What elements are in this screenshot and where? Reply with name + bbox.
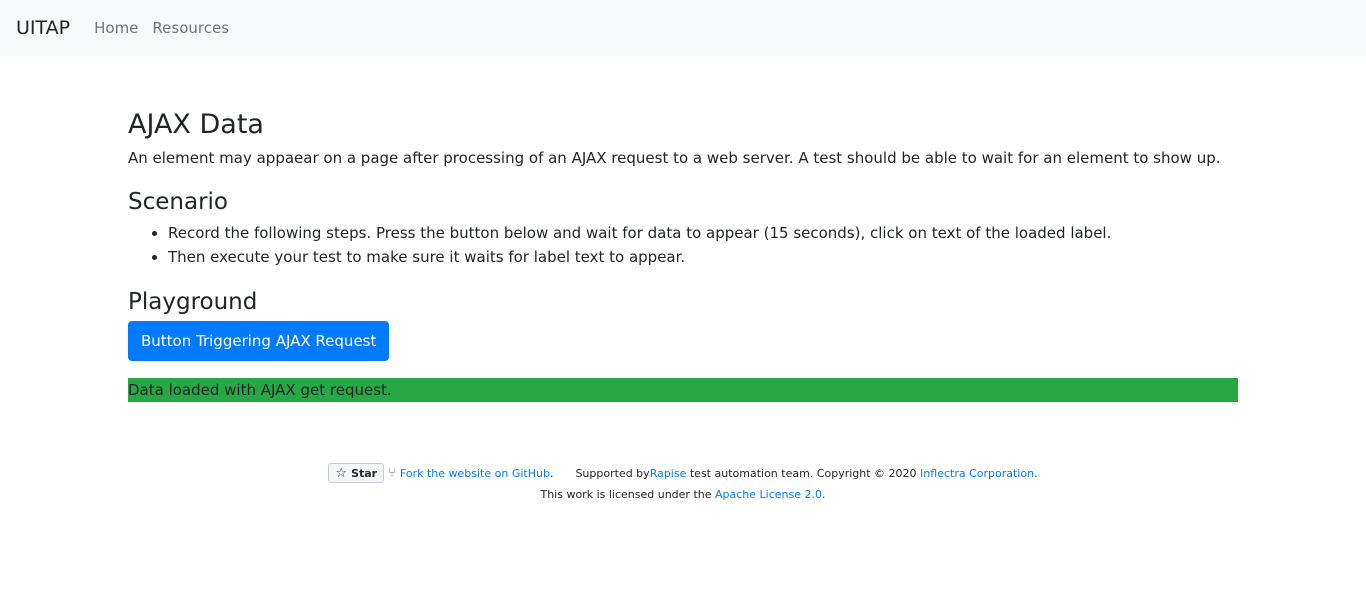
star-label: Star — [351, 466, 378, 480]
supported-suffix: . — [1034, 466, 1038, 480]
license-suffix: . — [822, 488, 826, 501]
github-star-button[interactable]: ☆ Star — [328, 463, 385, 483]
ajax-button[interactable]: Button Triggering AJAX Request — [128, 321, 390, 361]
supported-prefix: Supported by — [575, 466, 650, 480]
content-area: Data loaded with AJAX get request. — [128, 378, 1238, 402]
navbar: UITAP Home Resources — [0, 0, 1366, 56]
page-description: An element may appaear on a page after p… — [128, 149, 1221, 167]
fork-icon: ⑂ — [388, 465, 396, 481]
fork-suffix: . — [549, 466, 554, 480]
loaded-data-label[interactable]: Data loaded with AJAX get request. — [128, 378, 1238, 402]
inflectra-link[interactable]: Inflectra Corporation — [920, 467, 1034, 480]
supported-middle: test automation team. Copyright © 2020 — [686, 466, 921, 480]
brand-link[interactable]: UITAP — [16, 17, 70, 39]
scenario-heading: Scenario — [128, 189, 228, 215]
main-content: AJAX Data An element may appaear on a pa… — [128, 56, 1238, 402]
footer: ☆ Star ⑂ Fork the website on GitHub. Sup… — [0, 462, 1366, 501]
playground-heading: Playground — [128, 289, 258, 315]
scenario-step: Then execute your test to make sure it w… — [168, 245, 1238, 269]
scenario-step: Record the following steps. Press the bu… — [168, 221, 1238, 245]
nav-link-resources[interactable]: Resources — [152, 19, 229, 37]
nav-link-home[interactable]: Home — [94, 19, 138, 37]
scenario-list: Record the following steps. Press the bu… — [168, 221, 1238, 269]
fork-link[interactable]: Fork the website on GitHub — [400, 467, 550, 480]
license-link[interactable]: Apache License 2.0 — [715, 488, 822, 501]
license-prefix: This work is licensed under the — [540, 488, 715, 501]
rapise-link[interactable]: Rapise — [650, 467, 687, 480]
page-title: AJAX Data — [128, 109, 264, 140]
star-icon: ☆ — [335, 465, 348, 481]
